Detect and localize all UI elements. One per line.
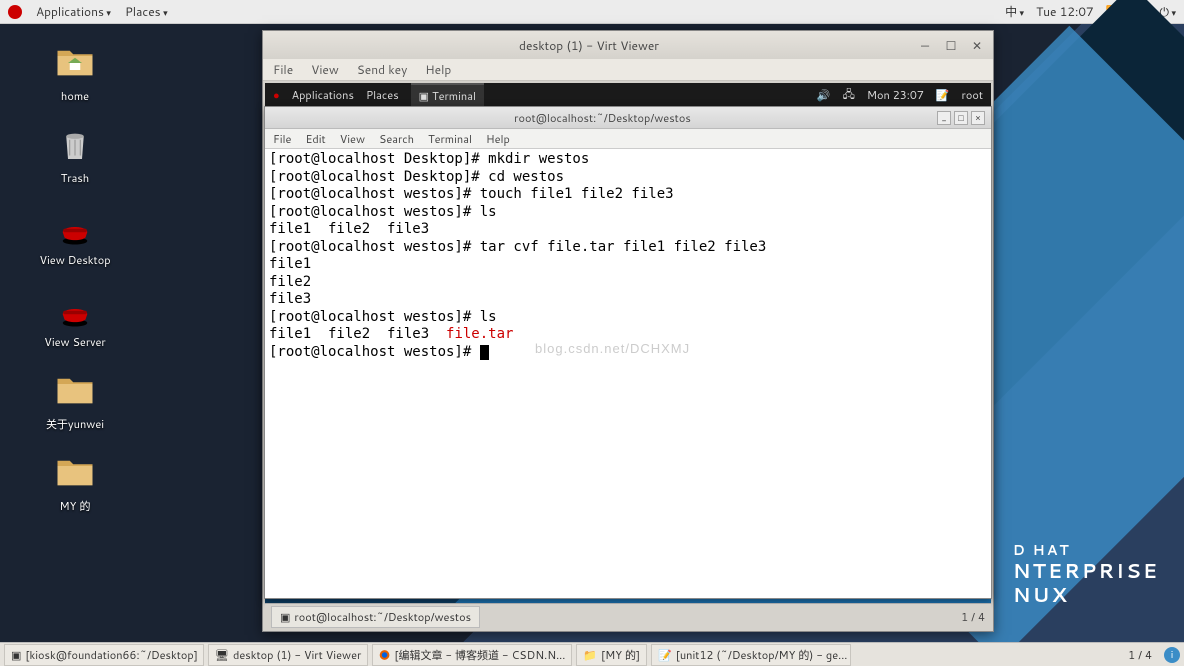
desktop-icon-yunwei[interactable]: 关于yunwei	[20, 370, 130, 432]
workspace-pager[interactable]: 1 / 4	[1120, 647, 1160, 663]
taskbar-item[interactable]: 📁[MY 的]	[576, 644, 647, 666]
desktop-icon-home[interactable]: home	[20, 42, 130, 104]
taskbar-item[interactable]: [编辑文章 - 博客频道 - CSDN.N...	[372, 644, 572, 666]
terminal-cursor	[480, 345, 489, 360]
minimize-button[interactable]: —	[917, 37, 933, 53]
network-icon[interactable]: 🖧	[843, 86, 855, 105]
taskbar-item[interactable]: 📝[unit12 (~/Desktop/MY 的) - ge...	[651, 644, 851, 666]
wallpaper-brand-text: D HAT NTERPRISE NUX	[1013, 542, 1159, 607]
gedit-icon: 📝	[658, 647, 672, 663]
terminal-line: file1 file2 file3	[269, 221, 429, 237]
desktop[interactable]: D HAT NTERPRISE NUX home Trash View Desk…	[0, 24, 1184, 642]
volume-icon[interactable]: 🔊	[817, 87, 831, 103]
desktop-icon-view-desktop[interactable]: View Desktop	[20, 206, 130, 268]
menu-file[interactable]: File	[273, 61, 293, 78]
desktop-icon-view-server[interactable]: View Server	[20, 288, 130, 350]
menu-help[interactable]: Help	[486, 131, 510, 147]
terminal-line: [root@localhost Desktop]# mkdir westos	[269, 151, 589, 167]
icon-label: home	[61, 88, 89, 104]
taskbar-item[interactable]: 🖥desktop (1) - Virt Viewer	[208, 644, 368, 666]
icon-label: 关于yunwei	[46, 416, 104, 432]
menu-file[interactable]: File	[273, 131, 291, 147]
guest-taskbar-terminal[interactable]: ▣ Terminal	[411, 83, 484, 107]
terminal-line: file1	[269, 256, 311, 272]
close-button[interactable]: ✕	[969, 37, 985, 53]
terminal-line: file1 file2 file3	[269, 326, 446, 342]
terminal-file-archive: file.tar	[446, 326, 513, 342]
redhat-icon	[54, 288, 96, 330]
guest-places-menu[interactable]: Places	[366, 87, 399, 103]
clock[interactable]: Tue 12:07	[1036, 3, 1094, 20]
guest-bottom-taskbar: ▣ root@localhost:~/Desktop/westos 1 / 4	[265, 603, 991, 629]
host-taskbar: ▣[kiosk@foundation66:~/Desktop] 🖥desktop…	[0, 642, 1184, 666]
menu-view[interactable]: View	[311, 61, 339, 78]
icon-label: View Server	[44, 334, 105, 350]
applications-menu[interactable]: Applications	[36, 3, 111, 20]
guest-desktop: root@localhost:~/Desktop/westos _ □ × Fi…	[265, 107, 991, 629]
folder-icon	[54, 370, 96, 412]
folder-home-icon	[54, 42, 96, 84]
guest-user-menu[interactable]: root	[962, 87, 983, 103]
distro-logo-icon: ●	[273, 87, 280, 103]
trash-icon	[54, 124, 96, 166]
icon-label: Trash	[61, 170, 89, 186]
terminal-line: [root@localhost westos]# touch file1 fil…	[269, 186, 674, 202]
menu-edit[interactable]: Edit	[305, 131, 325, 147]
terminal-menubar: File Edit View Search Terminal Help	[265, 129, 991, 149]
terminal-line: file2	[269, 274, 311, 290]
taskbar-item[interactable]: ▣[kiosk@foundation66:~/Desktop]	[4, 644, 204, 666]
terminal-line: file3	[269, 291, 311, 307]
firefox-icon	[379, 648, 390, 662]
taskbar-item-terminal[interactable]: ▣ root@localhost:~/Desktop/westos	[271, 606, 480, 628]
folder-icon	[54, 452, 96, 494]
terminal-icon: ▣	[280, 609, 290, 625]
maximize-button[interactable]: □	[954, 111, 968, 125]
terminal-title: root@localhost:~/Desktop/westos	[271, 110, 934, 126]
terminal-body[interactable]: [root@localhost Desktop]# mkdir westos […	[265, 149, 991, 598]
menu-search[interactable]: Search	[379, 131, 414, 147]
guest-applications-menu[interactable]: Applications	[292, 87, 354, 103]
menu-sendkey[interactable]: Send key	[357, 61, 408, 78]
icon-label: MY 的	[60, 498, 91, 514]
desktop-icon-trash[interactable]: Trash	[20, 124, 130, 186]
files-icon: 📁	[583, 647, 597, 663]
guest-clock[interactable]: Mon 23:07	[867, 87, 924, 103]
distro-logo-icon	[8, 5, 22, 19]
notepad-icon[interactable]: 📝	[936, 87, 950, 103]
guest-top-bar: ● Applications Places ▣ Terminal 🔊 🖧 Mon…	[265, 83, 991, 107]
guest-display[interactable]: ● Applications Places ▣ Terminal 🔊 🖧 Mon…	[265, 83, 991, 629]
icon-label: View Desktop	[39, 252, 110, 268]
virt-viewer-menubar: File View Send key Help	[263, 59, 993, 81]
window-title: desktop (1) - Virt Viewer	[271, 37, 907, 54]
terminal-line: [root@localhost westos]# ls	[269, 204, 497, 220]
window-titlebar[interactable]: desktop (1) - Virt Viewer — ☐ ✕	[263, 31, 993, 59]
menu-help[interactable]: Help	[425, 61, 451, 78]
terminal-titlebar[interactable]: root@localhost:~/Desktop/westos _ □ ×	[265, 107, 991, 129]
input-method-indicator[interactable]: 中	[1005, 3, 1024, 20]
watermark-text: blog.csdn.net/DCHXMJ	[535, 341, 690, 357]
close-button[interactable]: ×	[971, 111, 985, 125]
accessibility-icon[interactable]: i	[1164, 647, 1180, 663]
maximize-button[interactable]: ☐	[943, 37, 959, 53]
redhat-icon	[54, 206, 96, 248]
menu-view[interactable]: View	[340, 131, 365, 147]
minimize-button[interactable]: _	[937, 111, 951, 125]
desktop-icon-my[interactable]: MY 的	[20, 452, 130, 514]
workspace-pager[interactable]: 1 / 4	[961, 609, 985, 625]
terminal-icon: ▣	[11, 647, 21, 663]
terminal-window: root@localhost:~/Desktop/westos _ □ × Fi…	[264, 106, 992, 599]
terminal-line: [root@localhost westos]# ls	[269, 309, 497, 325]
terminal-line: [root@localhost Desktop]# cd westos	[269, 169, 564, 185]
terminal-line: [root@localhost westos]# tar cvf file.ta…	[269, 239, 766, 255]
gnome-top-bar: Applications Places 中 Tue 12:07 📶 🔊 ⏻	[0, 0, 1184, 24]
taskbar-item-label: root@localhost:~/Desktop/westos	[294, 609, 471, 625]
virt-viewer-window: desktop (1) - Virt Viewer — ☐ ✕ File Vie…	[262, 30, 994, 632]
places-menu[interactable]: Places	[125, 3, 168, 20]
display-icon: 🖥	[215, 647, 229, 663]
desktop-icons-container: home Trash View Desktop View Server 关于yu…	[20, 42, 130, 514]
menu-terminal[interactable]: Terminal	[428, 131, 472, 147]
terminal-prompt: [root@localhost westos]#	[269, 344, 480, 360]
